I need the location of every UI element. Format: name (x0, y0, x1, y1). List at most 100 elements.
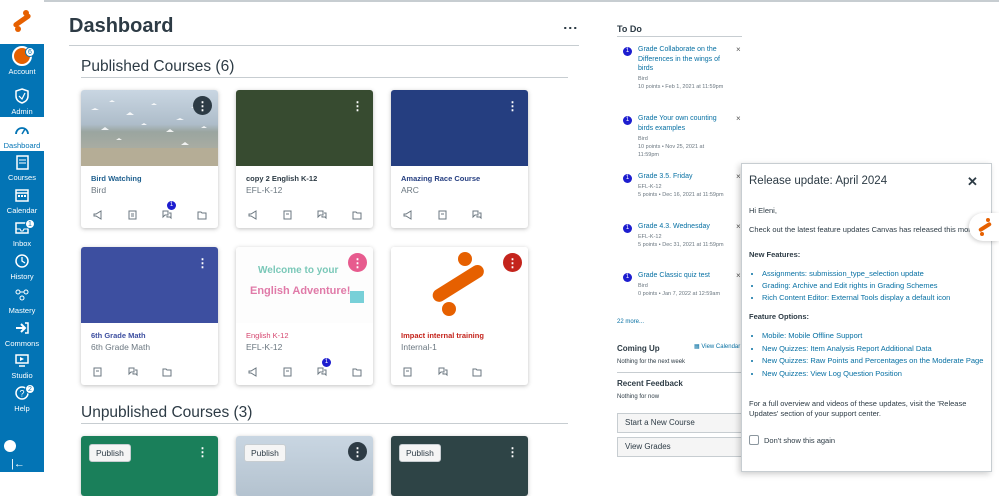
discussions-icon[interactable] (438, 366, 473, 378)
tray-tab-logo[interactable] (969, 213, 999, 241)
course-card-amazing-race[interactable]: ⋮ Amazing Race Course ARC (391, 90, 528, 228)
brand-logo[interactable] (0, 0, 44, 44)
card-options-icon[interactable]: ⋮ (348, 253, 367, 272)
files-icon[interactable] (352, 209, 374, 221)
unpublished-course-card[interactable]: Publish ⋮ (391, 436, 528, 496)
assignments-icon[interactable] (438, 209, 473, 221)
release-footer: For a full overview and videos of these … (749, 399, 967, 418)
nav-account[interactable]: 6 Account (0, 46, 44, 80)
files-icon[interactable] (162, 366, 197, 378)
accessibility-icon[interactable] (4, 440, 16, 452)
card-options-icon[interactable]: ⋮ (503, 96, 522, 115)
unpublished-course-card[interactable]: Publish ⋮ (236, 436, 373, 496)
nav-admin[interactable]: Admin (0, 87, 44, 120)
dismiss-icon[interactable]: × (736, 172, 741, 181)
announcements-icon[interactable] (248, 209, 283, 221)
dismiss-icon[interactable]: × (736, 45, 741, 54)
files-icon[interactable] (472, 366, 507, 378)
release-update-tray: Release update: April 2024 ✕ Hi Eleni, C… (741, 163, 992, 472)
course-name[interactable]: Bird Watching (91, 174, 142, 183)
dismiss-icon[interactable]: × (736, 271, 741, 280)
course-name[interactable]: English K-12 (246, 331, 289, 340)
files-icon[interactable] (197, 209, 219, 221)
todo-title[interactable]: Grade 4.3. Wednesday (638, 222, 730, 232)
nav-history[interactable]: History (0, 252, 44, 285)
discussions-icon[interactable] (317, 209, 352, 221)
nav-calendar[interactable]: Calendar (0, 186, 44, 219)
todo-count: 1 (623, 224, 632, 233)
discussions-icon[interactable]: 1 (317, 358, 352, 378)
nav-commons[interactable]: Commons (0, 319, 44, 352)
collapse-nav-icon[interactable]: |← (11, 458, 25, 470)
assignments-icon[interactable] (283, 366, 318, 378)
nav-courses[interactable]: Courses (0, 153, 44, 186)
card-options-icon[interactable]: ⋮ (503, 253, 522, 272)
dashboard-options-icon[interactable]: ⋮ (563, 21, 579, 35)
course-name[interactable]: 6th Grade Math (91, 331, 146, 340)
nav-help[interactable]: ? 2 Help (0, 384, 44, 417)
todo-course: Bird (638, 283, 648, 289)
card-options-icon[interactable]: ⋮ (348, 442, 367, 461)
coming-up-heading: Coming Up (617, 344, 660, 353)
nav-inbox[interactable]: 1 Inbox (0, 219, 44, 252)
unpublished-course-card[interactable]: Publish ⋮ (81, 436, 218, 496)
course-card-english-k12[interactable]: Welcome to your English Adventure! ⋮ Eng… (236, 247, 373, 385)
feature-option-link[interactable]: New Quizzes: View Log Question Position (762, 368, 987, 381)
card-actions (403, 366, 507, 378)
published-courses-heading: Published Courses (6) (81, 58, 235, 75)
todo-title[interactable]: Grade Collaborate on the Differences in … (638, 45, 730, 74)
header-divider (69, 45, 579, 46)
publish-button[interactable]: Publish (244, 444, 286, 462)
course-card-bird-watching[interactable]: ⋮ Bird Watching Bird 1 (81, 90, 218, 228)
card-options-icon[interactable]: ⋮ (193, 442, 212, 461)
publish-button[interactable]: Publish (399, 444, 441, 462)
feature-link[interactable]: Assignments: submission_type_selection u… (762, 268, 987, 280)
dismiss-icon[interactable]: × (736, 222, 741, 231)
todo-title[interactable]: Grade 3.5. Friday (638, 172, 730, 182)
feature-option-link[interactable]: Mobile: Mobile Offline Support (762, 330, 987, 343)
assignments-icon[interactable] (128, 209, 163, 221)
view-grades-button[interactable]: View Grades (617, 437, 742, 457)
discussions-icon[interactable]: 1 (162, 201, 197, 221)
nav-label: Mastery (8, 306, 36, 315)
announcements-icon[interactable] (93, 209, 128, 221)
todo-count: 1 (623, 174, 632, 183)
nav-mastery[interactable]: Mastery (0, 286, 44, 319)
files-icon[interactable] (352, 366, 374, 378)
publish-button[interactable]: Publish (89, 444, 131, 462)
course-card-6th-grade-math[interactable]: ⋮ 6th Grade Math 6th Grade Math (81, 247, 218, 385)
announcements-icon[interactable] (403, 209, 438, 221)
course-card-copy-2-english[interactable]: ⋮ copy 2 English K-12 EFL-K-12 (236, 90, 373, 228)
discussions-icon[interactable] (472, 209, 507, 221)
assignments-icon[interactable] (403, 366, 438, 378)
view-calendar-link[interactable]: ▦ View Calendar (694, 343, 740, 350)
course-code: EFL-K-12 (246, 342, 283, 352)
card-options-icon[interactable]: ⋮ (348, 96, 367, 115)
course-name[interactable]: copy 2 English K-12 (246, 174, 317, 183)
course-card-impact-training[interactable]: ⋮ Impact internal training Internal-1 (391, 247, 528, 385)
card-options-icon[interactable]: ⋮ (503, 442, 522, 461)
feature-link[interactable]: Grading: Archive and Edit rights in Grad… (762, 280, 987, 292)
todo-course: EFL-K-12 (638, 234, 662, 240)
announcements-icon[interactable] (248, 366, 283, 378)
course-name[interactable]: Amazing Race Course (401, 174, 480, 183)
todo-more-link[interactable]: 22 more... (617, 319, 644, 325)
dont-show-checkbox[interactable] (749, 435, 759, 445)
card-options-icon[interactable]: ⋮ (193, 253, 212, 272)
discussions-icon[interactable] (128, 366, 163, 378)
start-new-course-button[interactable]: Start a New Course (617, 413, 742, 433)
todo-title[interactable]: Grade Your own counting birds examples (638, 114, 730, 133)
feature-option-link[interactable]: New Quizzes: Raw Points and Percentages … (762, 355, 987, 368)
nav-dashboard[interactable]: Dashboard (0, 117, 44, 151)
nav-studio[interactable]: Studio (0, 351, 44, 384)
feature-link[interactable]: Rich Content Editor: External Tools disp… (762, 292, 987, 304)
card-options-icon[interactable]: ⋮ (193, 96, 212, 115)
feature-option-link[interactable]: New Quizzes: Item Analysis Report Additi… (762, 343, 987, 356)
dismiss-icon[interactable]: × (736, 114, 741, 123)
todo-title[interactable]: Grade Classic quiz test (638, 271, 730, 281)
close-icon[interactable]: ✕ (967, 174, 978, 190)
assignments-icon[interactable] (93, 366, 128, 378)
view-calendar-label: View Calendar (701, 344, 741, 350)
assignments-icon[interactable] (283, 209, 318, 221)
course-name[interactable]: Impact internal training (401, 331, 484, 340)
